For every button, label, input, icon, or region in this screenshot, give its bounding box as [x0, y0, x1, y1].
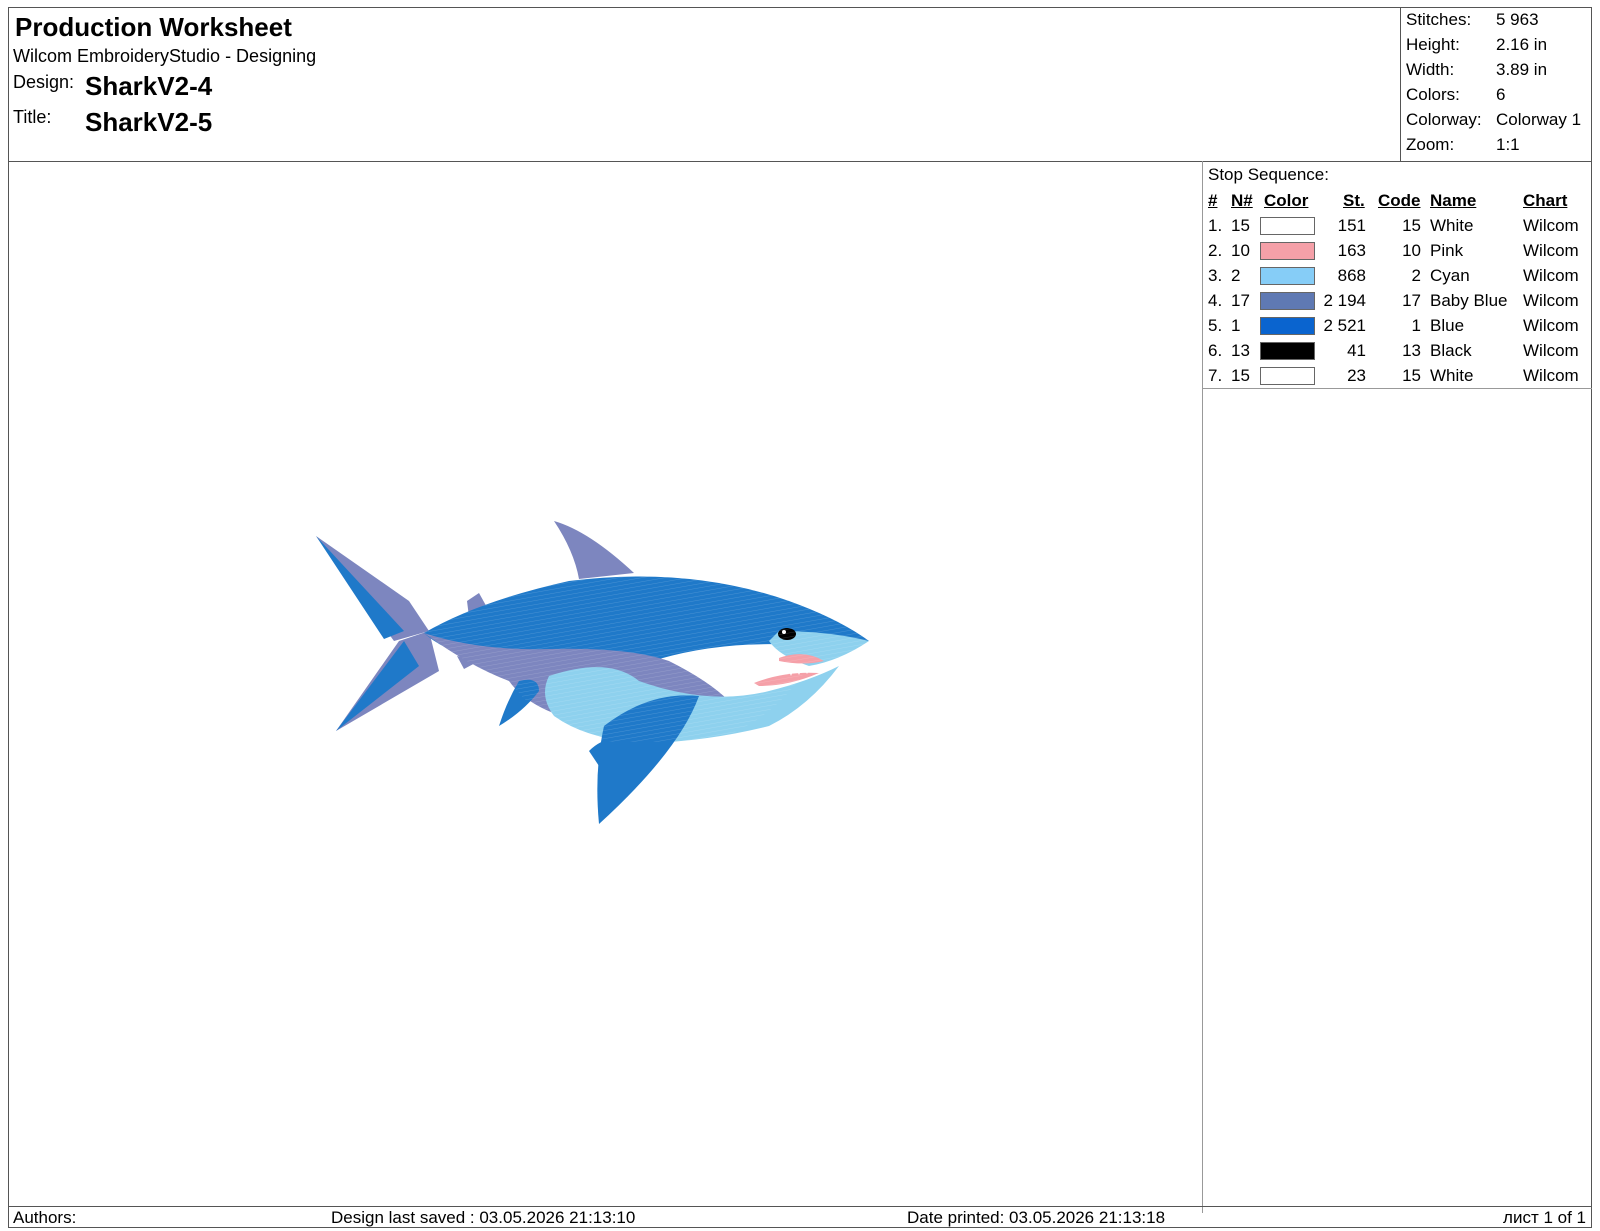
row-chart: Wilcom — [1523, 266, 1579, 285]
row-color-name: White — [1430, 366, 1474, 385]
row-color-name: Baby Blue — [1430, 291, 1508, 310]
color-swatch — [1260, 217, 1315, 235]
design-preview — [9, 161, 1202, 1213]
color-swatch — [1260, 292, 1315, 310]
stat-value: 1:1 — [1496, 135, 1520, 154]
col-header-name: Name — [1430, 191, 1477, 210]
row-chart: Wilcom — [1523, 316, 1579, 335]
row-needle: 17 — [1231, 291, 1250, 310]
shark-embroidery-image — [316, 521, 869, 824]
row-chart: Wilcom — [1523, 366, 1579, 385]
row-stitch-count: 151 — [1337, 216, 1366, 235]
application-name: Wilcom EmbroideryStudio - Designing — [13, 46, 317, 66]
stat-label: Colorway: — [1406, 110, 1482, 129]
stat-value: 3.89 in — [1496, 60, 1548, 79]
stat-label: Height: — [1406, 35, 1460, 54]
row-chart: Wilcom — [1523, 341, 1579, 360]
design-last-saved: Design last saved : 03.05.2026 21:13:10 — [331, 1208, 636, 1227]
col-header-n: N# — [1231, 191, 1253, 210]
design-name: SharkV2-4 — [85, 71, 213, 101]
row-number: 4. — [1208, 291, 1223, 310]
stop-sequence-divider — [1203, 388, 1592, 389]
col-header-code: Code — [1378, 191, 1421, 210]
row-code: 1 — [1411, 316, 1421, 335]
row-needle: 2 — [1231, 266, 1241, 285]
stat-value: 5 963 — [1496, 10, 1539, 29]
row-code: 17 — [1402, 291, 1421, 310]
color-swatch — [1260, 242, 1315, 260]
col-header-color: Color — [1264, 191, 1309, 210]
row-number: 3. — [1208, 266, 1223, 285]
row-stitch-count: 2 194 — [1323, 291, 1366, 310]
stat-label: Colors: — [1406, 85, 1460, 104]
row-needle: 15 — [1231, 366, 1250, 385]
stat-label: Stitches: — [1406, 10, 1472, 29]
row-needle: 1 — [1231, 316, 1241, 335]
color-swatch — [1260, 267, 1315, 285]
row-needle: 15 — [1231, 216, 1250, 235]
row-number: 7. — [1208, 366, 1223, 385]
row-code: 15 — [1402, 366, 1421, 385]
stat-height: Height: 2.16 in — [1401, 35, 1592, 60]
stat-label: Zoom: — [1406, 135, 1455, 154]
color-swatch — [1260, 367, 1315, 385]
authors-label: Authors: — [13, 1208, 77, 1227]
worksheet-frame: Production Worksheet Wilcom EmbroiderySt… — [8, 7, 1592, 1228]
stop-sequence-title: Stop Sequence: — [1208, 165, 1329, 184]
row-number: 5. — [1208, 316, 1223, 335]
row-number: 2. — [1208, 241, 1223, 260]
row-chart: Wilcom — [1523, 241, 1579, 260]
design-stats: Stitches: 5 963 Height: 2.16 in Width: 3… — [1400, 8, 1592, 161]
stat-colorway: Colorway: Colorway 1 — [1401, 110, 1592, 135]
date-printed: Date printed: 03.05.2026 21:13:18 — [907, 1208, 1166, 1227]
row-code: 10 — [1402, 241, 1421, 260]
stat-value: 6 — [1496, 85, 1506, 104]
row-color-name: White — [1430, 216, 1474, 235]
row-stitch-count: 41 — [1347, 341, 1366, 360]
row-code: 15 — [1402, 216, 1421, 235]
row-stitch-count: 2 521 — [1323, 316, 1366, 335]
color-swatch — [1260, 317, 1315, 335]
stop-sequence-panel: Stop Sequence: # N# Color St. Code Name … — [1202, 161, 1592, 1213]
stat-colors: Colors: 6 — [1401, 85, 1592, 110]
stat-zoom: Zoom: 1:1 — [1401, 135, 1592, 160]
row-code: 2 — [1411, 266, 1421, 285]
col-header-number: # — [1208, 191, 1218, 210]
row-color-name: Cyan — [1430, 266, 1470, 285]
stat-value: 2.16 in — [1496, 35, 1548, 54]
row-number: 6. — [1208, 341, 1223, 360]
title-value: SharkV2-5 — [85, 107, 213, 137]
row-stitch-count: 163 — [1337, 241, 1366, 260]
stat-value: Colorway 1 — [1496, 110, 1582, 129]
row-code: 13 — [1402, 341, 1421, 360]
row-stitch-count: 868 — [1337, 266, 1366, 285]
worksheet-footer: Authors: Design last saved : 03.05.2026 … — [9, 1206, 1591, 1229]
row-chart: Wilcom — [1523, 216, 1579, 235]
design-label: Design: — [13, 72, 75, 92]
page-number: лист 1 of 1 — [1503, 1208, 1586, 1227]
worksheet-header: Production Worksheet Wilcom EmbroiderySt… — [9, 8, 1591, 162]
stat-stitches: Stitches: 5 963 — [1401, 10, 1592, 35]
worksheet-title: Production Worksheet — [15, 12, 292, 42]
row-needle: 13 — [1231, 341, 1250, 360]
row-chart: Wilcom — [1523, 291, 1579, 310]
stat-label: Width: — [1406, 60, 1455, 79]
col-header-stitches: St. — [1343, 191, 1365, 210]
row-number: 1. — [1208, 216, 1223, 235]
row-color-name: Pink — [1430, 241, 1464, 260]
row-needle: 10 — [1231, 241, 1250, 260]
row-stitch-count: 23 — [1347, 366, 1366, 385]
col-header-chart: Chart — [1523, 191, 1568, 210]
color-swatch — [1260, 342, 1315, 360]
stat-width: Width: 3.89 in — [1401, 60, 1592, 85]
row-color-name: Blue — [1430, 316, 1465, 335]
row-color-name: Black — [1430, 341, 1472, 360]
title-label: Title: — [13, 107, 52, 127]
